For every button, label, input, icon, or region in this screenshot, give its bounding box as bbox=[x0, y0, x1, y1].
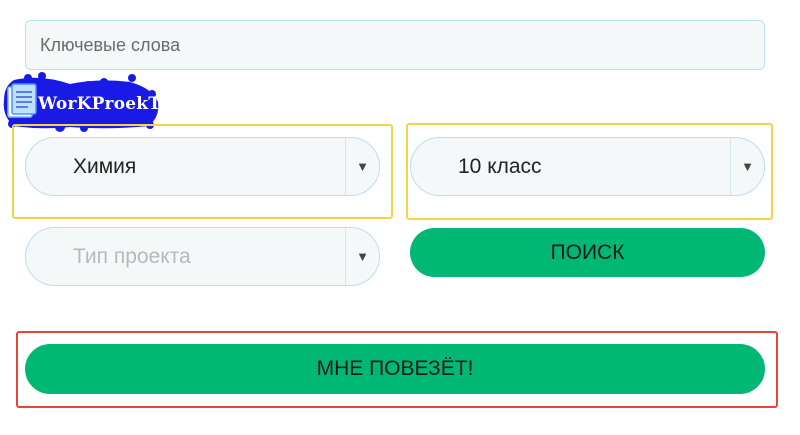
grade-select-value: 10 класс bbox=[458, 154, 542, 178]
logo-text: WorKProekT bbox=[38, 94, 162, 114]
subject-select[interactable]: Химия ▼ bbox=[25, 137, 380, 196]
project-type-select[interactable]: Тип проекта ▼ bbox=[25, 227, 380, 286]
keywords-input[interactable] bbox=[25, 20, 765, 70]
feeling-lucky-button[interactable]: МНЕ ПОВЕЗЁТ! bbox=[25, 344, 765, 394]
grade-select[interactable]: 10 класс ▼ bbox=[410, 137, 765, 196]
chevron-down-icon: ▼ bbox=[356, 249, 369, 264]
chevron-down-icon: ▼ bbox=[741, 159, 754, 174]
document-icon bbox=[7, 83, 37, 118]
project-type-placeholder: Тип проекта bbox=[73, 244, 191, 268]
search-button[interactable]: ПОИСК bbox=[410, 228, 765, 277]
workproekt-logo: WorKProekT bbox=[0, 72, 165, 132]
subject-select-value: Химия bbox=[73, 154, 137, 178]
chevron-down-icon: ▼ bbox=[356, 159, 369, 174]
